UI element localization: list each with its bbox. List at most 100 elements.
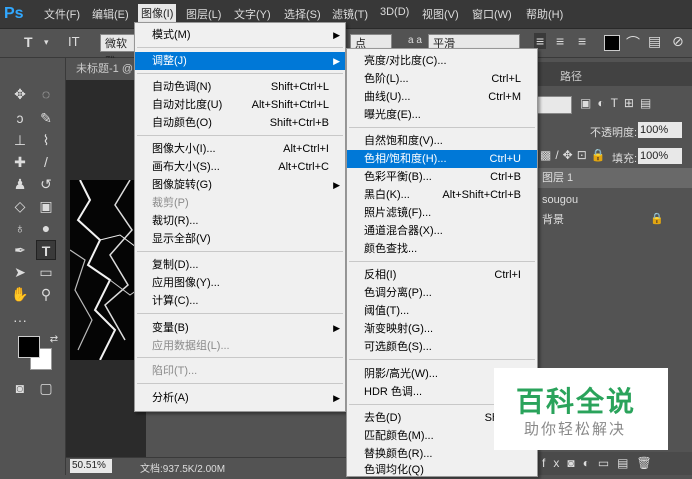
history-brush-icon[interactable]: ↺ [36,174,56,194]
menu-filter[interactable]: 滤镜(T) [332,6,368,22]
lightning-artwork [70,180,140,360]
warp-text-icon[interactable]: ⌒ [626,33,640,53]
layer-row[interactable]: 图层 1 [536,168,692,188]
hand-tool-icon[interactable]: ✋ [10,284,30,304]
menu-item-channel-mixer[interactable]: 通道混合器(X)... [347,222,537,240]
watermark-title: 百科全说 [516,386,637,417]
crop-tool-icon[interactable]: ⊥ [10,130,30,150]
swap-colors-icon[interactable]: ⇄ [44,330,64,350]
menu-item-duplicate[interactable]: 复制(D)... [135,256,345,274]
opacity-field[interactable]: 100% [638,122,682,138]
layer-row[interactable]: 背景 [536,210,692,230]
menu-item-brightness-contrast[interactable]: 亮度/对比度(C)... [347,52,537,70]
layer-row[interactable]: sougou [536,190,692,210]
screen-mode-icon[interactable]: ▢ [36,378,56,398]
align-left-icon[interactable]: ≡ [534,33,547,49]
ellipse-marquee-icon[interactable]: ◌ [36,84,56,104]
menu-3d[interactable]: 3D(D) [380,6,409,18]
menu-help[interactable]: 帮助(H) [526,6,563,22]
align-center-icon[interactable]: ≡ [556,33,564,49]
menu-item-color-lookup[interactable]: 颜色查找... [347,240,537,258]
zoom-tool-icon[interactable]: ⚲ [36,284,56,304]
menu-item-auto-contrast[interactable]: 自动对比度(U) Alt+Shift+Ctrl+L [135,96,345,114]
menu-item-hue-saturation[interactable]: 色相/饱和度(H)... Ctrl+U [347,150,537,168]
eyedropper-icon[interactable]: ⌇ [36,130,56,150]
quick-mask-icon[interactable]: ◙ [10,378,30,398]
menu-item-auto-color[interactable]: 自动颜色(O) Shift+Ctrl+B [135,114,345,132]
brush-tool-icon[interactable]: / [36,152,56,172]
text-orientation-icon[interactable]: IT [68,34,80,49]
more-tools-icon[interactable]: ··· [10,310,30,330]
text-color-swatch[interactable] [604,35,620,51]
menu-item-threshold[interactable]: 阈值(T)... [347,302,537,320]
quick-select-icon[interactable]: ✎ [36,108,56,128]
menu-item-auto-tone[interactable]: 自动色调(N) Shift+Ctrl+L [135,78,345,96]
foreground-color-swatch[interactable] [18,336,40,358]
type-tool-icon[interactable]: T [36,240,56,260]
blur-tool-icon[interactable]: ♁ [10,218,30,238]
zoom-field[interactable]: 50.51% [70,459,112,473]
pen-tool-icon[interactable]: ✒ [10,240,30,260]
menu-item-vibrance[interactable]: 自然饱和度(V)... [347,132,537,150]
layer-actions-bar[interactable]: fx◙◐▭▤🗑 [536,452,692,475]
clone-stamp-icon[interactable]: ♟ [10,174,30,194]
menu-view[interactable]: 视图(V) [422,6,459,22]
menu-image[interactable]: 图像(I) [138,4,177,22]
menu-item-exposure[interactable]: 曝光度(E)... [347,106,537,124]
healing-brush-icon[interactable]: ✚ [10,152,30,172]
path-select-icon[interactable]: ➤ [10,262,30,282]
menu-item-variables[interactable]: 变量(B) ▶ [135,319,345,337]
chevron-down-icon[interactable]: ▾ [44,37,49,48]
photoshop-logo: Ps [4,5,24,22]
menu-item-curves[interactable]: 曲线(U)... Ctrl+M [347,88,537,106]
eraser-tool-icon[interactable]: ◇ [10,196,30,216]
menu-item-posterize[interactable]: 色调分离(P)... [347,284,537,302]
move-tool-icon[interactable]: ✥ [10,84,30,104]
cancel-icon[interactable]: ⊘ [672,33,684,50]
watermark-subtitle: 助你轻松解决 [524,421,627,438]
menu-item-trim[interactable]: 裁切(R)... [135,212,345,230]
menu-item-photo-filter[interactable]: 照片滤镜(F)... [347,204,537,222]
menu-item-invert[interactable]: 反相(I) Ctrl+I [347,266,537,284]
menu-item-crop: 裁剪(P) [152,197,189,209]
menu-item-color-balance[interactable]: 色彩平衡(B)... Ctrl+B [347,168,537,186]
menu-file[interactable]: 文件(F) [44,6,80,22]
gradient-tool-icon[interactable]: ▣ [36,196,56,216]
menu-item-reveal-all[interactable]: 显示全部(V) [135,230,345,248]
layer-filter-icons[interactable]: ▣◐T⊞▤ [580,96,657,110]
menu-window[interactable]: 窗口(W) [472,6,512,22]
font-family-select[interactable]: 微软雅 [100,34,136,68]
menu-item-mode[interactable]: 模式(M) ▶ [135,26,345,44]
menu-item-levels[interactable]: 色阶(L)... Ctrl+L [347,70,537,88]
lock-icon: 🔒 [650,213,664,225]
tab-paths[interactable]: 路径 [560,68,582,84]
menu-item-calculations[interactable]: 计算(C)... [135,292,345,310]
lock-icons[interactable]: ▩/✥⊡🔒 [540,148,610,162]
menu-item-image-size[interactable]: 图像大小(I)... Alt+Ctrl+I [135,140,345,158]
menu-layer[interactable]: 图层(L) [186,6,221,22]
menu-select[interactable]: 选择(S) [284,6,321,22]
fill-field[interactable]: 100% [638,148,682,164]
menu-edit[interactable]: 编辑(E) [92,6,129,22]
image-menu: 模式(M) ▶ 调整(J) ▶ 自动色调(N) Shift+Ctrl+L 自动对比度(… [134,22,346,412]
rectangle-tool-icon[interactable]: ▭ [36,262,56,282]
dodge-tool-icon[interactable]: ● [36,218,56,238]
menu-item-image-rotation[interactable]: 图像旋转(G) ▶ [135,176,345,194]
toolbox: ✥ ◌ ↄ ✎ ⊥ ⌇ ✚ / ♟ ↺ ◇ ▣ ♁ ● ✒ T ➤ ▭ ✋ ⚲ … [0,58,66,475]
opacity-label: 不透明度: [590,127,638,139]
align-right-icon[interactable]: ≡ [578,33,586,49]
menu-item-black-white[interactable]: 黑白(K)... Alt+Shift+Ctrl+B [347,186,537,204]
lasso-tool-icon[interactable]: ↄ [10,108,30,128]
menu-item-canvas-size[interactable]: 画布大小(S)... Alt+Ctrl+C [135,158,345,176]
menu-type[interactable]: 文字(Y) [234,6,271,22]
menu-item-selective-color[interactable]: 可选颜色(S)... [347,338,537,356]
menu-item-apply-image[interactable]: 应用图像(Y)... [135,274,345,292]
menu-item-adjust[interactable]: 调整(J) ▶ [135,52,345,70]
menu-item-gradient-map[interactable]: 渐变映射(G)... [347,320,537,338]
type-tool-icon[interactable]: T [24,34,33,50]
menu-bar: Ps 文件(F) 编辑(E) 图像(I) 图层(L) 文字(Y) 选择(S) 滤… [0,0,692,29]
menu-item-analysis[interactable]: 分析(A) ▶ [135,389,345,407]
character-panel-icon[interactable]: ▤ [648,33,661,50]
layer-filter-select[interactable] [536,96,572,114]
menu-item-equalize[interactable]: 色调均化(Q) [347,461,537,479]
